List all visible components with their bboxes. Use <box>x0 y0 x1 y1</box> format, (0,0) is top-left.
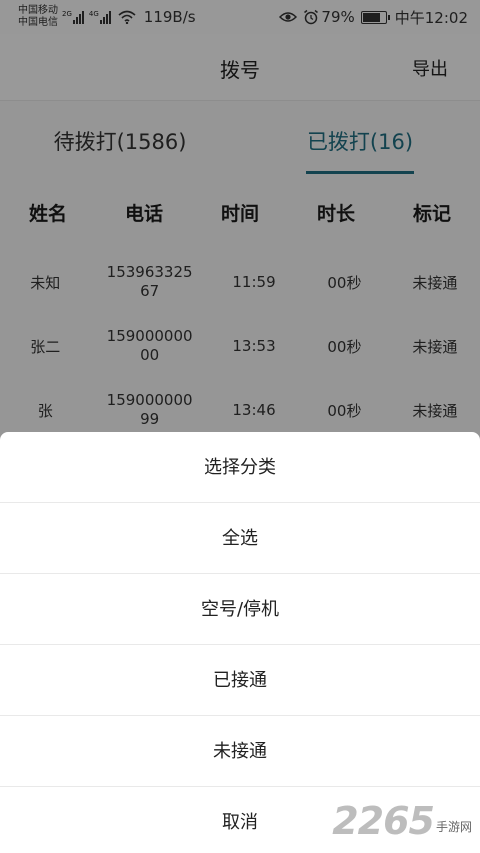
site-watermark: 2265 手游网 <box>332 799 472 843</box>
watermark-text: 手游网 <box>435 819 472 834</box>
select-category-option[interactable]: 选择分类 <box>0 432 480 503</box>
empty-number-option[interactable]: 空号/停机 <box>0 574 480 645</box>
select-all-option[interactable]: 全选 <box>0 503 480 574</box>
not-connected-option[interactable]: 未接通 <box>0 716 480 787</box>
watermark-logo: 2265 <box>332 799 435 843</box>
action-sheet: 选择分类 全选 空号/停机 已接通 未接通 取消 <box>0 432 480 853</box>
connected-option[interactable]: 已接通 <box>0 645 480 716</box>
watermark-number: 2265 <box>332 799 435 843</box>
